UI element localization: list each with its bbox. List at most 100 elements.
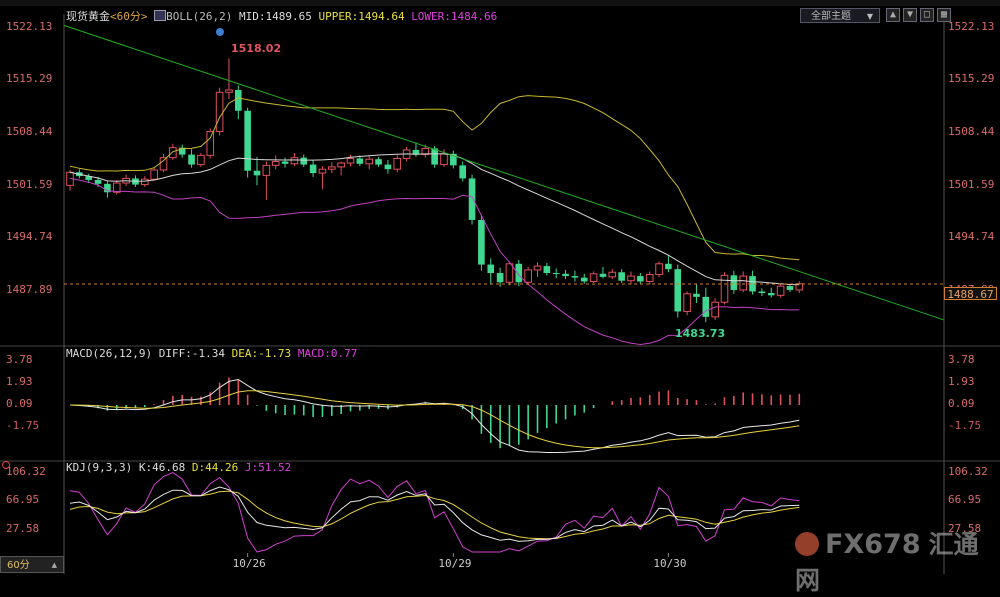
candle-body xyxy=(328,166,336,170)
x-axis-label: 10/29 xyxy=(438,557,472,570)
candle-body xyxy=(608,271,617,278)
boll-label: BOLL(26,2) xyxy=(166,10,233,23)
macd-axis-label-l: 0.09 xyxy=(6,396,33,410)
kdj-d: D:44.26 xyxy=(191,461,239,474)
kdj-axis-label-l: 27.58 xyxy=(6,521,40,535)
candle-body xyxy=(683,293,691,312)
price-pane xyxy=(63,24,945,346)
candle-body xyxy=(141,178,149,186)
candle-body xyxy=(271,161,280,166)
period-tag: <60分> xyxy=(110,10,148,23)
watermark-brand: FX678 xyxy=(825,529,921,560)
candle-body xyxy=(562,273,569,277)
chart-canvas xyxy=(0,14,1000,574)
kdj-j: J:51.52 xyxy=(244,461,292,474)
theme-select[interactable]: 全部主题 xyxy=(800,8,880,24)
kdj-pane xyxy=(69,472,800,557)
candle-body xyxy=(159,157,168,171)
candle-body xyxy=(739,275,748,291)
kdj-axis-label-l: 66.95 xyxy=(6,493,40,507)
candle-body xyxy=(468,178,476,220)
candle-body xyxy=(571,276,579,278)
macd-dea-line xyxy=(69,390,800,449)
candle-body xyxy=(281,161,289,164)
price-axis-label-l: 1494.74 xyxy=(6,230,53,244)
kdj-k-line xyxy=(69,486,800,542)
kdj-settings-icon[interactable] xyxy=(2,461,10,469)
candle-body xyxy=(599,273,607,277)
watermark: FX678 汇通网 xyxy=(795,525,1000,597)
candle-body xyxy=(169,147,177,159)
boll-mid-line xyxy=(69,153,800,286)
x-axis-label: 10/30 xyxy=(653,557,687,570)
candle-body xyxy=(459,165,466,179)
macd-diff: DIFF:-1.34 xyxy=(158,347,225,360)
candle-body xyxy=(150,169,158,180)
kdj-k: K:46.68 xyxy=(138,461,186,474)
candle-body xyxy=(431,148,438,165)
macd-axis-label-r: 3.78 xyxy=(948,353,975,367)
candle-body xyxy=(505,263,514,283)
indicator-icon[interactable] xyxy=(154,10,167,21)
candle-body xyxy=(767,293,775,296)
candle-body xyxy=(393,157,402,170)
candle-body xyxy=(693,293,700,297)
price-axis-label-l: 1522.13 xyxy=(6,19,53,33)
price-axis-label-l: 1501.59 xyxy=(6,177,53,191)
candle-body xyxy=(346,157,355,164)
price-header: 现货黄金<60分> BOLL(26,2) MID:1489.65 UPPER:1… xyxy=(66,8,497,24)
low-annotation: 1483.73 xyxy=(675,327,726,340)
candle-body xyxy=(637,276,644,282)
candle-body xyxy=(478,219,485,265)
price-axis-label-l: 1487.89 xyxy=(6,283,53,296)
candle-body xyxy=(674,269,682,312)
macd-axis-label-l: 1.93 xyxy=(6,375,33,389)
candle-body xyxy=(655,263,663,276)
kdj-axis-label-r: 66.95 xyxy=(948,493,982,507)
candle-body xyxy=(356,158,364,164)
toolbar-box-icon[interactable]: □ xyxy=(920,8,934,22)
candle-body xyxy=(618,272,625,281)
price-axis-label-r: 1501.59 xyxy=(948,177,995,191)
candle-body xyxy=(235,89,242,111)
candle-body xyxy=(384,164,392,170)
macd-header: MACD(26,12,9) DIFF:-1.34 DEA:-1.73 MACD:… xyxy=(66,347,357,360)
kdj-d-line xyxy=(69,490,800,540)
macd-macd: MACD:0.77 xyxy=(297,347,358,360)
candle-body xyxy=(589,273,598,282)
candle-body xyxy=(533,265,542,271)
toolbar-up-icon[interactable]: ▲ xyxy=(886,8,900,22)
candle-body xyxy=(215,91,224,133)
price-axis-label-l: 1515.29 xyxy=(6,72,53,86)
macd-label: MACD(26,12,9) xyxy=(66,347,153,360)
candle-body xyxy=(197,154,205,166)
candle-body xyxy=(262,164,271,176)
period-button[interactable]: 60分 xyxy=(0,556,64,574)
toolbar-down-icon[interactable]: ▼ xyxy=(903,8,917,22)
candle-body xyxy=(188,154,195,165)
candle-body xyxy=(496,273,504,283)
candle-body xyxy=(309,164,317,174)
event-marker-icon xyxy=(215,28,224,36)
x-axis-label: 10/26 xyxy=(232,557,266,570)
candle-body xyxy=(94,179,102,184)
candle-body xyxy=(524,269,532,283)
price-axis-label-r: 1508.44 xyxy=(948,124,995,138)
candle-body xyxy=(720,274,729,303)
candle-body xyxy=(253,170,261,176)
candle-body xyxy=(206,131,215,156)
boll-upper-value: UPPER:1494.64 xyxy=(318,10,405,23)
boll-lower-line xyxy=(69,177,800,346)
candle-body xyxy=(786,286,794,290)
macd-axis-label-r: 0.09 xyxy=(948,396,975,410)
price-axis-label-l: 1508.44 xyxy=(6,124,53,138)
candle-body xyxy=(711,301,719,318)
boll-lower-value: LOWER:1484.66 xyxy=(411,10,498,23)
current-price-tag: 1488.67 xyxy=(944,287,997,301)
price-axis-label-r: 1494.74 xyxy=(948,230,995,244)
kdj-axis-label-l: 106.32 xyxy=(6,465,46,479)
candle-body xyxy=(580,277,588,282)
kdj-header: KDJ(9,3,3) K:46.68 D:44.26 J:51.52 xyxy=(66,461,291,474)
candle-body xyxy=(702,296,710,317)
boll-mid-value: MID:1489.65 xyxy=(238,10,312,23)
